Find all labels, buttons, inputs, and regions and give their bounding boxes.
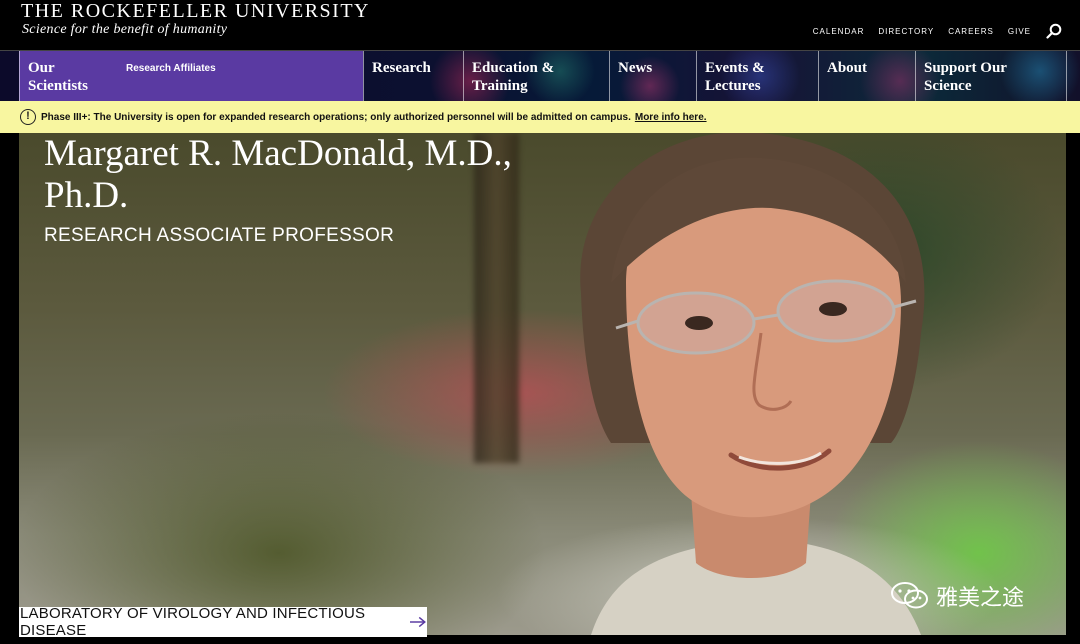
portrait-photo: [580, 133, 925, 635]
nav-item-events-lectures[interactable]: Events & Lectures: [696, 51, 818, 101]
main-nav: Our Scientists Research Affiliates Resea…: [0, 50, 1080, 101]
alert-more-info-link[interactable]: More info here.: [635, 112, 707, 123]
nav-sub-research-affiliates[interactable]: Research Affiliates: [126, 63, 216, 74]
alert-banner: ! Phase III+: The University is open for…: [0, 101, 1080, 133]
nav-label-our-scientists: Our Scientists: [28, 60, 88, 94]
scientist-title: RESEARCH ASSOCIATE PROFESSOR: [44, 225, 395, 246]
top-bar: THE ROCKEFELLER UNIVERSITY Science for t…: [0, 0, 1080, 50]
nav-item-research[interactable]: Research: [363, 51, 463, 101]
wechat-watermark: 雅美之途: [890, 580, 1024, 612]
lab-link-label: LABORATORY OF VIROLOGY AND INFECTIOUS DI…: [20, 605, 366, 639]
alert-text: Phase III+: The University is open for e…: [41, 111, 631, 123]
alert-icon: !: [20, 109, 36, 125]
nav-item-education-training[interactable]: Education & Training: [463, 51, 609, 101]
nav-item-our-scientists[interactable]: Our Scientists Research Affiliates: [19, 51, 363, 101]
wechat-icon: [891, 582, 928, 609]
nav-item-support-our-science[interactable]: Support Our Science: [915, 51, 1067, 101]
nav-item-about[interactable]: About: [818, 51, 915, 101]
lab-link[interactable]: LABORATORY OF VIROLOGY AND INFECTIOUS DI…: [19, 605, 427, 639]
search-icon[interactable]: [1046, 23, 1062, 39]
utility-link-directory[interactable]: DIRECTORY: [878, 27, 934, 36]
watermark-text: 雅美之途: [936, 585, 1025, 610]
nav-item-news[interactable]: News: [609, 51, 696, 101]
arrow-right-icon: [410, 616, 427, 628]
university-logo[interactable]: THE ROCKEFELLER UNIVERSITY: [21, 0, 370, 22]
utility-link-calendar[interactable]: CALENDAR: [813, 27, 865, 36]
hero-banner: Margaret R. MacDonald, M.D., Ph.D. RESEA…: [19, 133, 1066, 635]
utility-links: CALENDAR DIRECTORY CAREERS GIVE: [813, 27, 1031, 36]
utility-link-careers[interactable]: CAREERS: [948, 27, 994, 36]
utility-link-give[interactable]: GIVE: [1008, 27, 1031, 36]
logo-tagline: Science for the benefit of humanity: [22, 22, 228, 37]
scientist-name: Margaret R. MacDonald, M.D., Ph.D.: [44, 133, 512, 216]
